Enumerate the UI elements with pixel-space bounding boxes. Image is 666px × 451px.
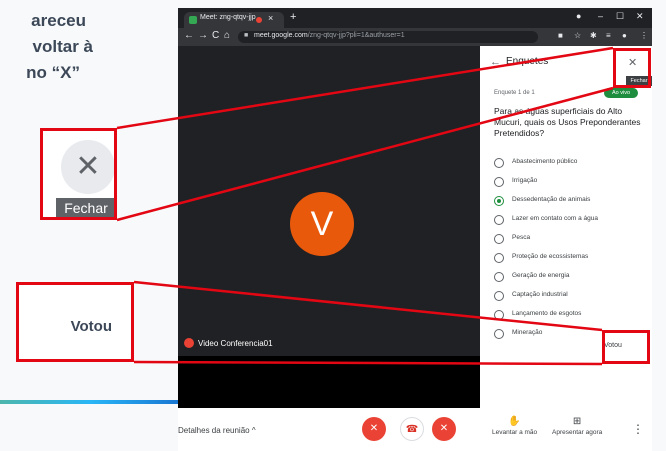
poll-option[interactable]: Geração de energia (494, 270, 644, 284)
avatar-icon[interactable]: ● (622, 31, 627, 40)
poll-counter: Enquete 1 de 1 (494, 90, 535, 96)
forward-arrow-icon[interactable]: → (198, 30, 208, 41)
url-text: meet.google.com/zng-qtqv-jjp?pli=1&authu… (254, 32, 405, 39)
slide-decoration (0, 400, 180, 404)
url-path: /zng-qtqv-jjp?pli=1&authuser=1 (307, 32, 405, 39)
raise-hand-button[interactable]: ✋ Levantar a mão (492, 416, 537, 436)
profile-icon[interactable]: ● (576, 11, 581, 21)
address-bar[interactable]: ■ meet.google.com/zng-qtqv-jjp?pli=1&aut… (238, 31, 538, 43)
browser-tab[interactable]: Meet: zng-qtqv-jjp × (184, 12, 284, 28)
poll-option[interactable]: Irrigação (494, 175, 644, 189)
playlist-icon[interactable]: ≡ (606, 31, 611, 40)
participant-avatar: V (290, 192, 354, 256)
poll-option[interactable]: Lazer em contato com a água (494, 213, 644, 227)
meeting-details-button[interactable]: Detalhes da reunião ^ (178, 426, 256, 435)
reload-icon[interactable]: C (212, 30, 219, 41)
radio-icon[interactable] (494, 291, 504, 301)
stage-bottom-area (178, 356, 480, 408)
instruction-line-2: voltar à (32, 37, 93, 56)
radio-icon[interactable] (494, 329, 504, 339)
mic-toggle-button[interactable]: ✕ (362, 417, 386, 441)
present-icon: ⊞ (572, 416, 582, 427)
maximize-icon[interactable]: ☐ (616, 11, 624, 22)
chevron-up-icon: ^ (251, 426, 256, 435)
chrome-window: Meet: zng-qtqv-jjp × + ● – ☐ ✕ ← → C ⌂ ■… (178, 8, 652, 451)
star-icon[interactable]: ☆ (574, 31, 581, 40)
url-host: meet.google.com (254, 32, 308, 39)
poll-option-label: Dessedentação de animais (512, 196, 591, 203)
camera-icon[interactable]: ■ (558, 31, 563, 40)
annotation-box-close-zoom (40, 128, 117, 220)
meet-favicon-icon (189, 16, 197, 24)
tutorial-screenshot: areceu voltar à no “X” ✕ Fechar Votou Me… (0, 0, 666, 451)
live-badge: Ao vivo (604, 88, 638, 98)
recording-dot-icon (256, 17, 262, 23)
annotation-box-voted (602, 330, 650, 364)
poll-question: Para as águas superficiais do Alto Mucur… (494, 106, 641, 138)
present-now-button[interactable]: ⊞ Apresentar agora (552, 416, 602, 436)
poll-option[interactable]: Proteção de ecossistemas (494, 251, 644, 265)
tab-close-icon[interactable]: × (268, 13, 273, 23)
radio-icon[interactable] (494, 177, 504, 187)
back-arrow-icon[interactable]: ← (184, 30, 194, 41)
poll-option-label: Captação industrial (512, 291, 568, 298)
meet-bottom-bar: Detalhes da reunião ^ ✕ ☎ ✕ ✋ Levantar a … (178, 408, 652, 451)
hang-up-button[interactable]: ☎ (400, 417, 424, 441)
phone-hangup-icon: ☎ (405, 424, 419, 435)
extension-icon[interactable]: ✱ (590, 31, 597, 40)
raise-hand-label: Levantar a mão (492, 429, 538, 436)
poll-option-label: Irrigação (512, 177, 538, 184)
browser-toolbar: ← → C ⌂ ■ meet.google.com/zng-qtqv-jjp?p… (178, 28, 652, 46)
poll-option[interactable]: Abastecimento público (494, 156, 644, 170)
video-stage: V Video Conferencia01 (178, 46, 480, 356)
poll-option-label: Mineração (512, 329, 543, 336)
window-close-icon[interactable]: ✕ (636, 11, 644, 22)
participant-name-tag: Video Conferencia01 (184, 338, 273, 348)
home-icon[interactable]: ⌂ (224, 30, 230, 41)
radio-icon[interactable] (494, 234, 504, 244)
annotation-box-close (613, 48, 651, 88)
camera-off-icon: ✕ (439, 423, 449, 434)
radio-selected-icon[interactable] (494, 196, 504, 206)
instruction-line-1: areceu (31, 11, 86, 30)
minimize-icon[interactable]: – (598, 11, 603, 21)
new-tab-button[interactable]: + (290, 11, 296, 23)
poll-option-label: Pesca (512, 234, 531, 241)
hand-icon: ✋ (508, 416, 521, 427)
instruction-line-3: no “X” (26, 63, 80, 82)
radio-icon[interactable] (494, 253, 504, 263)
poll-option[interactable]: Lançamento de esgotos (494, 308, 644, 322)
poll-option-label: Abastecimento público (512, 158, 578, 165)
title-bar: Meet: zng-qtqv-jjp × + ● – ☐ ✕ (178, 8, 652, 28)
poll-option[interactable]: Dessedentação de animais (494, 194, 644, 208)
radio-icon[interactable] (494, 215, 504, 225)
present-now-label: Apresentar agora (552, 429, 603, 436)
participant-name: Video Conferencia01 (198, 339, 273, 348)
mic-off-icon (184, 338, 194, 348)
meeting-details-label: Detalhes da reunião (178, 426, 250, 435)
poll-option-label: Geração de energia (512, 272, 570, 279)
camera-toggle-button[interactable]: ✕ (432, 417, 456, 441)
instruction-text: areceu voltar à no “X” (0, 8, 178, 86)
radio-icon[interactable] (494, 272, 504, 282)
radio-icon[interactable] (494, 158, 504, 168)
lock-icon: ■ (244, 32, 249, 39)
poll-option-label: Proteção de ecossistemas (512, 253, 589, 260)
annotation-box-voted-zoom (16, 282, 134, 362)
polls-title: Enquetes (506, 56, 549, 67)
poll-option[interactable]: Captação industrial (494, 289, 644, 303)
tab-title: Meet: zng-qtqv-jjp (200, 14, 256, 21)
poll-option-label: Lazer em contato com a água (512, 215, 598, 222)
mic-off-icon: ✕ (369, 423, 379, 434)
menu-dots-icon[interactable]: ⋮ (640, 31, 648, 40)
more-options-icon[interactable]: ⋮ (632, 422, 644, 436)
poll-option[interactable]: Pesca (494, 232, 644, 246)
poll-option-label: Lançamento de esgotos (512, 310, 582, 317)
back-arrow-icon[interactable]: ← (490, 56, 501, 68)
radio-icon[interactable] (494, 310, 504, 320)
